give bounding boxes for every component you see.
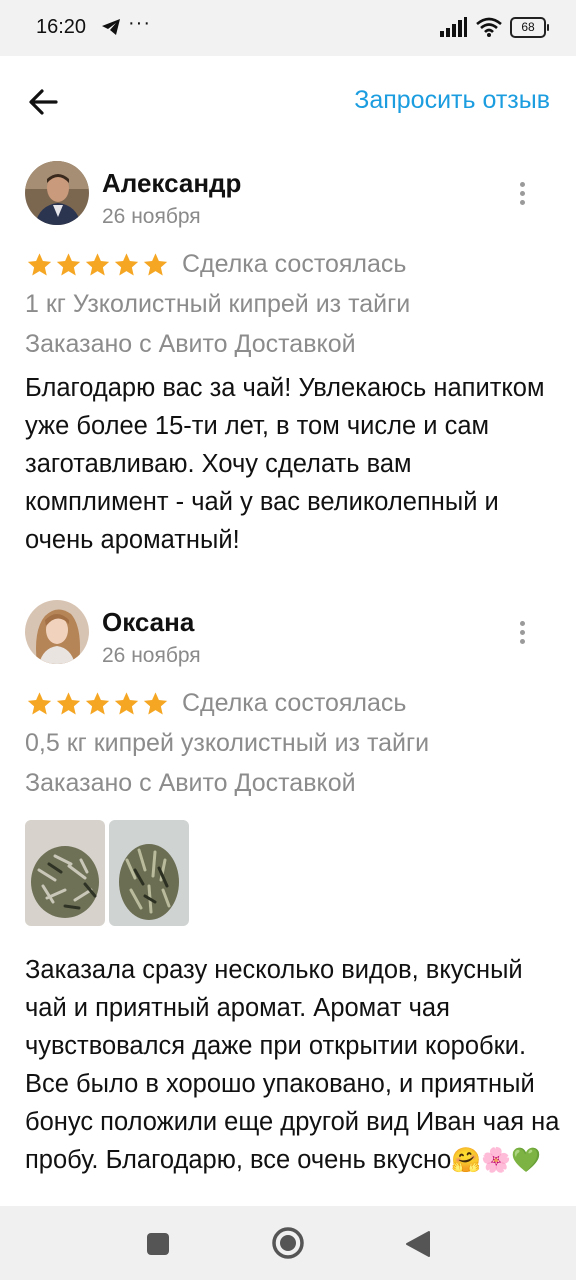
avatar[interactable]: [25, 161, 89, 225]
delivery-note: Заказано с Авито Доставкой: [25, 769, 356, 797]
wifi-icon: [476, 17, 502, 37]
review-text-body: Заказала сразу несколько видов, вкусный …: [25, 956, 560, 1174]
telegram-icon: [101, 18, 121, 41]
star-icon: [56, 252, 81, 275]
back-nav-button[interactable]: [405, 1230, 431, 1263]
back-button[interactable]: [24, 82, 64, 122]
star-icon: [114, 252, 139, 275]
triangle-back-icon: [406, 1231, 430, 1257]
review-author: Александр: [102, 168, 242, 198]
deal-status: Сделка состоялась: [182, 689, 407, 717]
status-more-icon: ···: [128, 12, 151, 34]
star-icon: [85, 252, 110, 275]
star-icon: [27, 691, 52, 714]
request-review-link[interactable]: Запросить отзыв: [354, 86, 550, 115]
status-indicators: 68: [440, 15, 549, 39]
review-item: 1 кг Узколистный кипрей из тайги: [25, 290, 411, 318]
battery-icon: 68: [510, 16, 549, 38]
signal-icon: [440, 17, 467, 37]
emoji-reactions: 🤗🌸💚: [451, 1146, 541, 1174]
deal-status: Сделка состоялась: [182, 250, 407, 278]
star-icon: [143, 691, 168, 714]
square-icon: [147, 1233, 169, 1255]
star-icon: [143, 252, 168, 275]
rating-row: Сделка состоялась: [25, 689, 406, 718]
more-options-icon[interactable]: [512, 617, 532, 657]
star-icon: [114, 691, 139, 714]
star-icon: [56, 691, 81, 714]
star-rating: [25, 690, 170, 718]
review-text: Заказала сразу несколько видов, вкусный …: [25, 951, 560, 1179]
status-bar: 16:20 ··· 68: [0, 0, 576, 56]
app-header: Запросить отзыв: [0, 56, 576, 146]
review-date: 26 ноября: [102, 205, 201, 228]
star-icon: [27, 252, 52, 275]
recents-button[interactable]: [146, 1232, 170, 1261]
review-text: Благодарю вас за чай! Увлекаюсь напитком…: [25, 374, 545, 554]
arrow-left-icon: [29, 89, 58, 115]
star-icon: [85, 691, 110, 714]
review-item: 0,5 кг кипрей узколистный из тайги: [25, 729, 430, 757]
delivery-note: Заказано с Авито Доставкой: [25, 330, 356, 358]
rating-row: Сделка состоялась: [25, 250, 406, 279]
system-nav-bar: [0, 1206, 576, 1280]
circle-icon: [272, 1227, 304, 1259]
status-time: 16:20: [36, 16, 87, 38]
more-options-icon[interactable]: [512, 178, 532, 218]
review-photo[interactable]: [109, 820, 189, 926]
home-button[interactable]: [271, 1226, 305, 1265]
review-photo[interactable]: [25, 820, 105, 926]
star-rating: [25, 251, 170, 279]
review-author: Оксана: [102, 607, 195, 637]
avatar[interactable]: [25, 600, 89, 664]
review-date: 26 ноября: [102, 644, 201, 667]
